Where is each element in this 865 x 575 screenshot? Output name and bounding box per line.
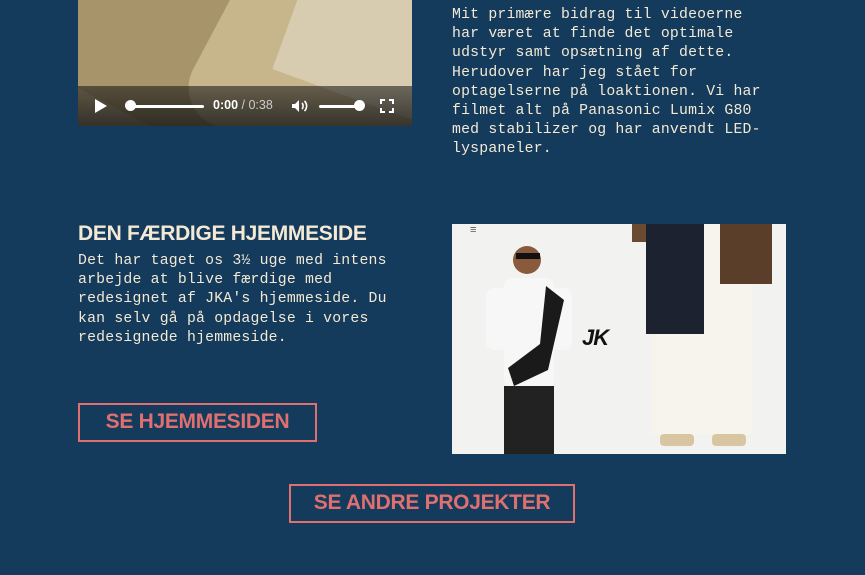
section-text: Det har taget os 3½ uge med intens arbej… [78,253,387,346]
time-display: 0:00 / 0:38 [213,98,273,112]
model-left-image [486,246,572,454]
play-icon[interactable] [95,99,107,113]
menu-icon: ≡ [470,224,477,236]
duration: 0:38 [248,98,273,112]
time-separator: / [241,98,245,112]
contribution-text: Mit primære bidrag til videoerne har vær… [452,7,761,158]
section-title: DEN FÆRDIGE HJEMMESIDE [78,222,367,245]
progress-track[interactable] [128,105,204,108]
website-preview-image[interactable]: ≡ JK [452,224,786,454]
current-time: 0:00 [213,98,239,112]
fullscreen-icon[interactable] [380,99,394,113]
video-controls: 0:00 / 0:38 [78,86,412,126]
see-website-button[interactable]: SE HJEMMESIDEN [78,403,317,442]
see-other-projects-button[interactable]: SE ANDRE PROJEKTER [289,484,575,523]
volume-icon[interactable] [291,99,309,113]
video-player[interactable]: 0:00 / 0:38 [78,0,412,126]
progress-knob[interactable] [125,100,136,111]
brand-logo: JK [582,325,609,350]
volume-knob[interactable] [354,100,365,111]
model-right-image [632,224,772,446]
